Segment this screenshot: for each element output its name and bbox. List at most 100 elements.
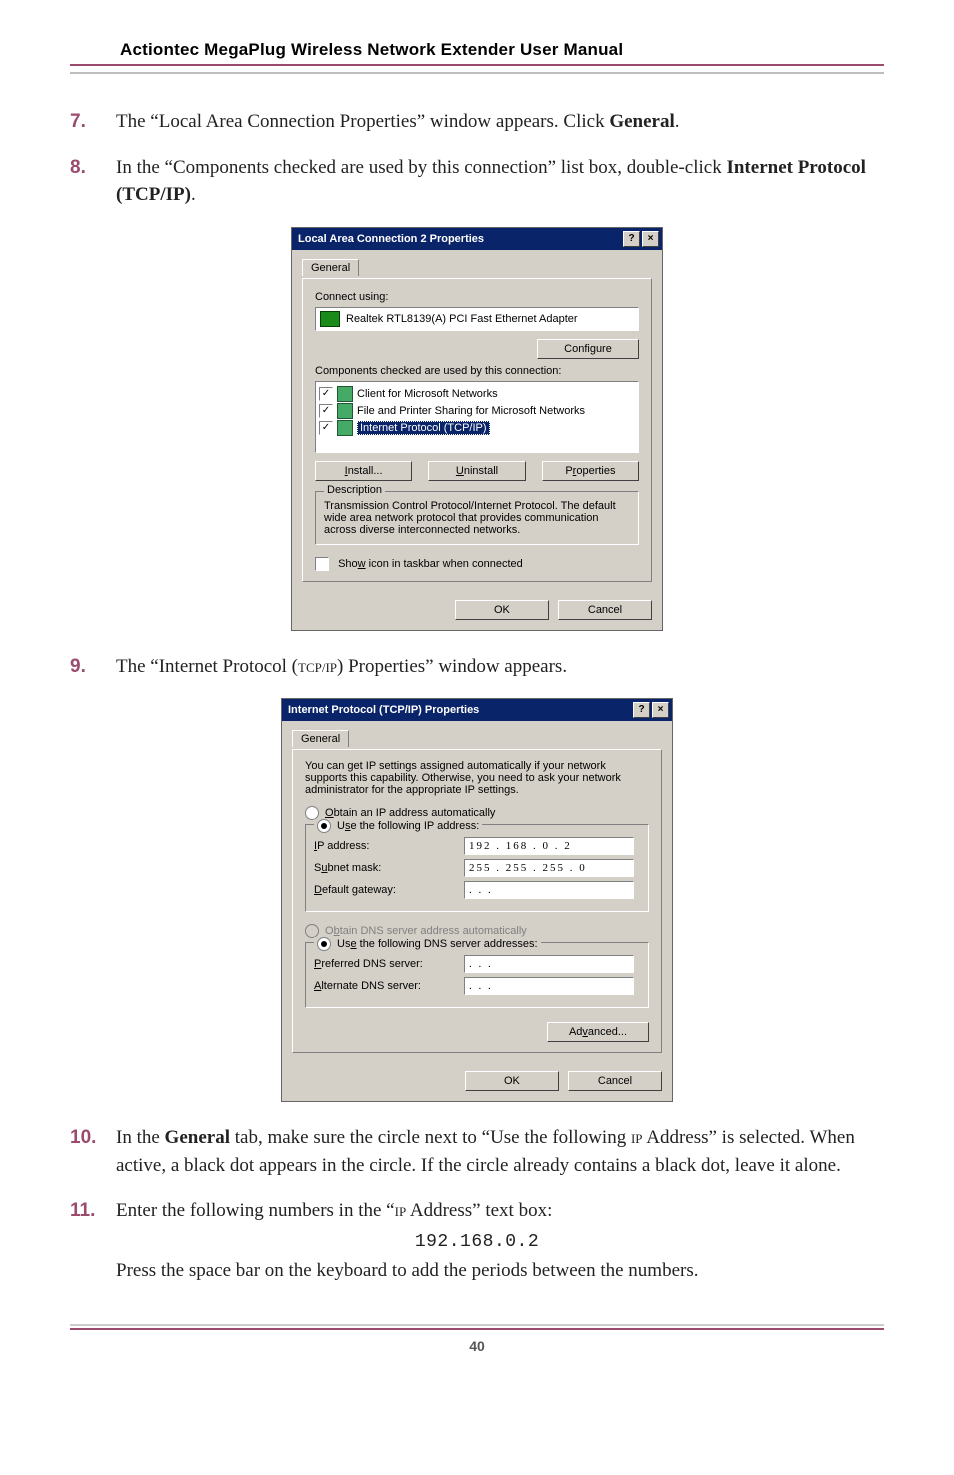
- radio-icon: [305, 924, 319, 938]
- radio-label: Use the following DNS server addresses:: [337, 938, 538, 950]
- item-label-selected: Internet Protocol (TCP/IP): [357, 421, 490, 435]
- cancel-button[interactable]: Cancel: [568, 1071, 662, 1091]
- ip-address-label: IP address:: [314, 840, 464, 852]
- adapter-field: Realtek RTL8139(A) PCI Fast Ethernet Ada…: [315, 307, 639, 331]
- checkbox-icon[interactable]: ✓: [319, 404, 333, 418]
- radio-icon: [305, 806, 319, 820]
- install-button[interactable]: Install...: [315, 461, 412, 481]
- item-label: Client for Microsoft Networks: [357, 388, 498, 400]
- adapter-name: Realtek RTL8139(A) PCI Fast Ethernet Ada…: [346, 313, 578, 325]
- code-value: 192.168.0.2: [415, 1232, 539, 1252]
- step-body: The “Internet Protocol (TCP/IP) Properti…: [116, 653, 884, 681]
- cancel-button[interactable]: Cancel: [558, 600, 652, 620]
- text: Press the space bar on the keyboard to a…: [116, 1260, 699, 1281]
- radio-obtain-ip-auto[interactable]: Obtain an IP address automatically: [305, 806, 649, 820]
- radio-use-following-dns[interactable]: Use the following DNS server addresses:: [314, 937, 541, 951]
- configure-button[interactable]: Configure: [537, 339, 639, 359]
- default-gateway-label: Default gateway:: [314, 884, 464, 896]
- tcpip-properties-dialog: Internet Protocol (TCP/IP) Properties ? …: [281, 698, 673, 1102]
- preferred-dns-input[interactable]: . . .: [464, 955, 634, 973]
- step-number: 9.: [70, 653, 116, 681]
- radio-icon: [317, 819, 331, 833]
- text: ) Properties” window appears.: [337, 656, 567, 677]
- step-10: 10. In the General tab, make sure the ci…: [70, 1124, 884, 1179]
- text: The “Local Area Connection Properties” w…: [116, 111, 609, 132]
- list-item[interactable]: ✓ Client for Microsoft Networks: [319, 386, 635, 402]
- radio-obtain-dns-auto: Obtain DNS server address automatically: [305, 924, 649, 938]
- text: In the: [116, 1127, 165, 1148]
- printer-share-icon: [337, 403, 353, 419]
- step-number: 8.: [70, 154, 116, 209]
- help-icon[interactable]: ?: [633, 702, 650, 718]
- nic-icon: [320, 311, 340, 327]
- titlebar: Local Area Connection 2 Properties ? ×: [292, 228, 662, 250]
- radio-use-following-ip[interactable]: Use the following IP address:: [314, 819, 482, 833]
- protocol-icon: [337, 420, 353, 436]
- show-icon-label: Show icon in taskbar when connected: [338, 558, 523, 570]
- dialog-title: Local Area Connection 2 Properties: [298, 233, 484, 245]
- radio-label: Obtain an IP address automatically: [325, 807, 495, 819]
- step-body: In the “Components checked are used by t…: [116, 154, 884, 209]
- list-item[interactable]: ✓ File and Printer Sharing for Microsoft…: [319, 403, 635, 419]
- manual-title: Actiontec MegaPlug Wireless Network Exte…: [120, 40, 623, 59]
- text: .: [191, 184, 196, 205]
- text: In the “Components checked are used by t…: [116, 157, 726, 178]
- step-number: 10.: [70, 1124, 116, 1179]
- step-11: 11. Enter the following numbers in the “…: [70, 1197, 884, 1284]
- checkbox-icon[interactable]: ✓: [319, 421, 333, 435]
- help-icon[interactable]: ?: [623, 231, 640, 247]
- uninstall-button[interactable]: Uninstall: [428, 461, 525, 481]
- subnet-mask-label: Subnet mask:: [314, 862, 464, 874]
- components-label: Components checked are used by this conn…: [315, 365, 639, 377]
- text: tab, make sure the circle next to “Use t…: [230, 1127, 631, 1148]
- page-header: Actiontec MegaPlug Wireless Network Exte…: [70, 40, 884, 74]
- advanced-button[interactable]: Advanced...: [547, 1022, 649, 1042]
- radio-label: Use the following IP address:: [337, 820, 479, 832]
- radio-icon: [317, 937, 331, 951]
- text: The “Internet Protocol (: [116, 656, 298, 677]
- text: Enter the following numbers in the “: [116, 1200, 395, 1221]
- show-icon-checkbox[interactable]: [315, 557, 329, 571]
- alternate-dns-input[interactable]: . . .: [464, 977, 634, 995]
- ip-address-input[interactable]: 192 . 168 . 0 . 2: [464, 837, 634, 855]
- instruction-list: 7. The “Local Area Connection Properties…: [70, 108, 884, 209]
- components-listbox[interactable]: ✓ Client for Microsoft Networks ✓ File a…: [315, 381, 639, 453]
- step-body: In the General tab, make sure the circle…: [116, 1124, 884, 1179]
- alternate-dns-label: Alternate DNS server:: [314, 980, 464, 992]
- tab-general[interactable]: General: [302, 259, 359, 276]
- checkbox-icon[interactable]: ✓: [319, 387, 333, 401]
- ok-button[interactable]: OK: [455, 600, 549, 620]
- preferred-dns-label: Preferred DNS server:: [314, 958, 464, 970]
- default-gateway-input[interactable]: . . .: [464, 881, 634, 899]
- list-item[interactable]: ✓ Internet Protocol (TCP/IP): [319, 420, 635, 436]
- subnet-mask-input[interactable]: 255 . 255 . 255 . 0: [464, 859, 634, 877]
- bold-term: General: [165, 1127, 230, 1148]
- radio-label: Obtain DNS server address automatically: [325, 925, 527, 937]
- smallcaps: IP: [631, 1127, 643, 1148]
- step-8: 8. In the “Components checked are used b…: [70, 154, 884, 209]
- text: .: [675, 111, 680, 132]
- description-legend: Description: [324, 484, 385, 496]
- bold-term: General: [609, 111, 674, 132]
- step-body: The “Local Area Connection Properties” w…: [116, 108, 884, 136]
- text: Address” text box:: [406, 1200, 552, 1221]
- dialog-title: Internet Protocol (TCP/IP) Properties: [288, 704, 479, 716]
- item-label: File and Printer Sharing for Microsoft N…: [357, 405, 585, 417]
- step-body: Enter the following numbers in the “IP A…: [116, 1197, 884, 1284]
- description-text: Transmission Control Protocol/Internet P…: [324, 500, 616, 536]
- page-number: 40: [70, 1338, 884, 1354]
- tab-general[interactable]: General: [292, 730, 349, 747]
- close-icon[interactable]: ×: [642, 231, 659, 247]
- page-footer: 40: [70, 1324, 884, 1354]
- static-dns-group: Use the following DNS server addresses: …: [305, 942, 649, 1008]
- ok-button[interactable]: OK: [465, 1071, 559, 1091]
- smallcaps: TCP/IP: [298, 656, 337, 677]
- smallcaps: IP: [395, 1200, 407, 1221]
- titlebar: Internet Protocol (TCP/IP) Properties ? …: [282, 699, 672, 721]
- info-blurb: You can get IP settings assigned automat…: [305, 760, 649, 796]
- close-icon[interactable]: ×: [652, 702, 669, 718]
- static-ip-group: Use the following IP address: IP address…: [305, 824, 649, 912]
- step-number: 7.: [70, 108, 116, 136]
- step-7: 7. The “Local Area Connection Properties…: [70, 108, 884, 136]
- properties-button[interactable]: Properties: [542, 461, 639, 481]
